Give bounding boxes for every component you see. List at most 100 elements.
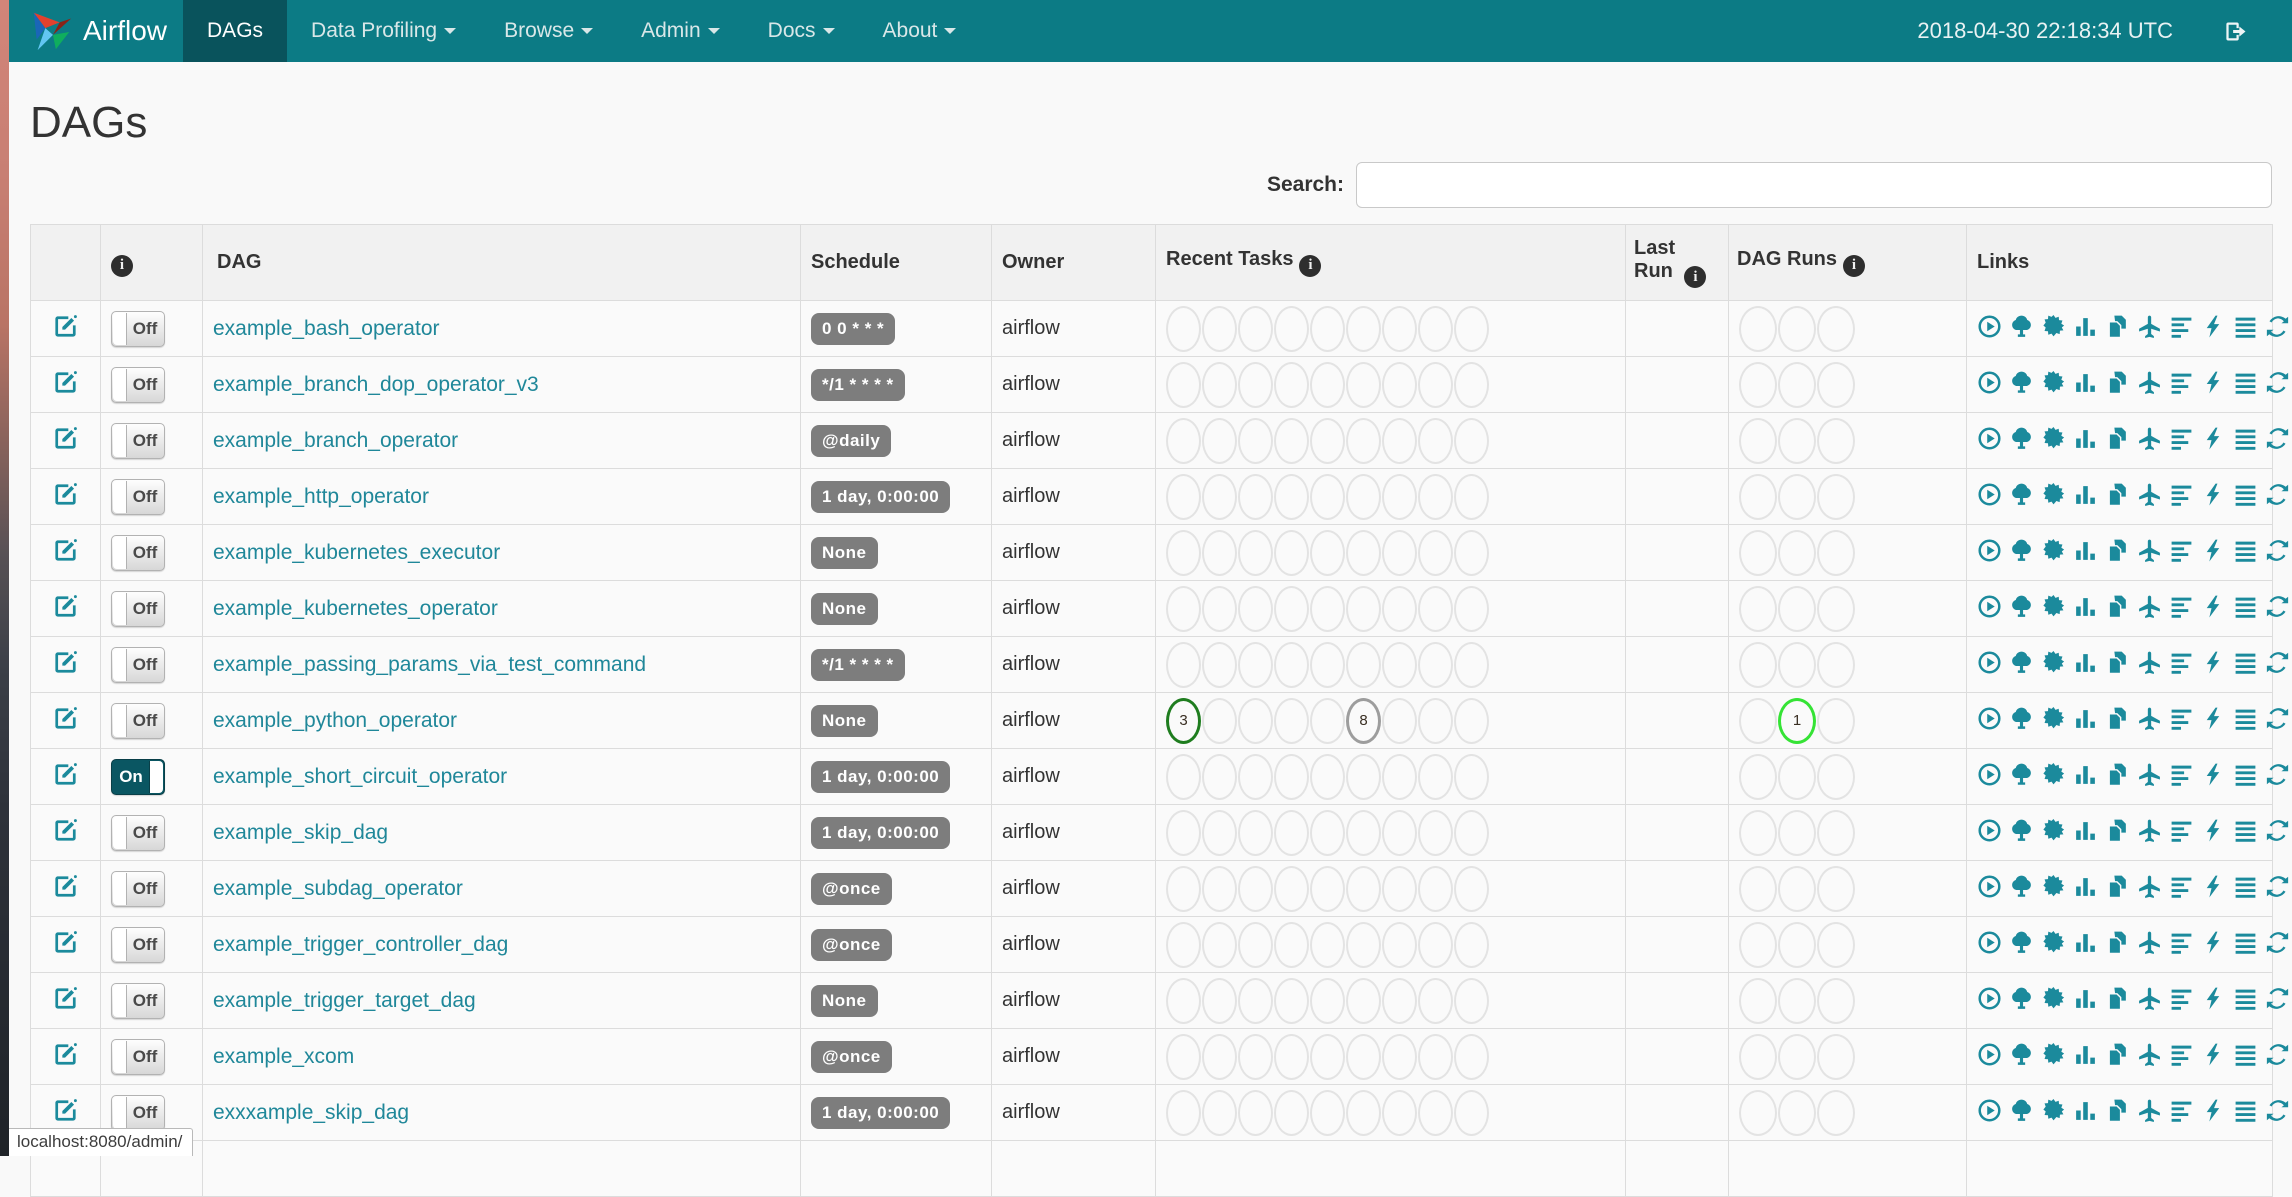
task-tries-icon[interactable] <box>2105 874 2130 899</box>
tree-view-icon[interactable] <box>2009 930 2034 955</box>
trigger-dag-icon[interactable] <box>1977 762 2002 787</box>
task-duration-icon[interactable] <box>2073 426 2098 451</box>
schedule-badge[interactable]: 1 day, 0:00:00 <box>811 1096 951 1129</box>
edit-dag-icon[interactable] <box>52 761 79 788</box>
dag-pause-toggle[interactable]: Off <box>111 310 165 347</box>
gantt-view-icon[interactable] <box>2169 314 2194 339</box>
logs-icon[interactable] <box>2233 1098 2258 1123</box>
landing-times-icon[interactable] <box>2137 930 2162 955</box>
dag-name-link[interactable]: example_bash_operator <box>213 317 440 340</box>
schedule-badge[interactable]: None <box>811 984 878 1017</box>
tree-view-icon[interactable] <box>2009 818 2034 843</box>
code-view-icon[interactable] <box>2201 650 2226 675</box>
trigger-dag-icon[interactable] <box>1977 538 2002 563</box>
logs-icon[interactable] <box>2233 1042 2258 1067</box>
dag-name-link[interactable]: example_kubernetes_operator <box>213 597 498 620</box>
landing-times-icon[interactable] <box>2137 370 2162 395</box>
refresh-icon[interactable] <box>2265 370 2290 395</box>
task-tries-icon[interactable] <box>2105 1098 2130 1123</box>
task-duration-icon[interactable] <box>2073 1098 2098 1123</box>
graph-view-icon[interactable] <box>2041 930 2066 955</box>
refresh-icon[interactable] <box>2265 1098 2290 1123</box>
tree-view-icon[interactable] <box>2009 594 2034 619</box>
gantt-view-icon[interactable] <box>2169 538 2194 563</box>
gantt-view-icon[interactable] <box>2169 650 2194 675</box>
tree-view-icon[interactable] <box>2009 762 2034 787</box>
refresh-icon[interactable] <box>2265 762 2290 787</box>
task-duration-icon[interactable] <box>2073 314 2098 339</box>
nav-item-docs[interactable]: Docs <box>744 0 859 62</box>
tree-view-icon[interactable] <box>2009 482 2034 507</box>
nav-item-browse[interactable]: Browse <box>480 0 617 62</box>
trigger-dag-icon[interactable] <box>1977 930 2002 955</box>
trigger-dag-icon[interactable] <box>1977 818 2002 843</box>
dag-pause-toggle[interactable]: Off <box>111 590 165 627</box>
nav-item-admin[interactable]: Admin <box>617 0 744 62</box>
brand[interactable]: Airflow <box>9 0 183 62</box>
gantt-view-icon[interactable] <box>2169 1042 2194 1067</box>
landing-times-icon[interactable] <box>2137 762 2162 787</box>
schedule-badge[interactable]: @once <box>811 928 892 961</box>
task-tries-icon[interactable] <box>2105 594 2130 619</box>
task-tries-icon[interactable] <box>2105 1042 2130 1067</box>
edit-dag-icon[interactable] <box>52 649 79 676</box>
task-tries-icon[interactable] <box>2105 482 2130 507</box>
dag-name-link[interactable]: example_python_operator <box>213 709 457 732</box>
dag-name-link[interactable]: example_trigger_controller_dag <box>213 933 508 956</box>
task-duration-icon[interactable] <box>2073 762 2098 787</box>
trigger-dag-icon[interactable] <box>1977 986 2002 1011</box>
gantt-view-icon[interactable] <box>2169 706 2194 731</box>
nav-item-dags[interactable]: DAGs <box>183 0 288 62</box>
landing-times-icon[interactable] <box>2137 1042 2162 1067</box>
dag-pause-toggle[interactable]: Off <box>111 702 165 739</box>
trigger-dag-icon[interactable] <box>1977 594 2002 619</box>
state-circle-success[interactable]: 3 <box>1166 697 1201 744</box>
refresh-icon[interactable] <box>2265 930 2290 955</box>
tree-view-icon[interactable] <box>2009 426 2034 451</box>
graph-view-icon[interactable] <box>2041 426 2066 451</box>
tree-view-icon[interactable] <box>2009 706 2034 731</box>
code-view-icon[interactable] <box>2201 482 2226 507</box>
graph-view-icon[interactable] <box>2041 874 2066 899</box>
trigger-dag-icon[interactable] <box>1977 1098 2002 1123</box>
task-tries-icon[interactable] <box>2105 930 2130 955</box>
graph-view-icon[interactable] <box>2041 1042 2066 1067</box>
task-duration-icon[interactable] <box>2073 482 2098 507</box>
dag-name-link[interactable]: example_skip_dag <box>213 821 388 844</box>
edit-dag-icon[interactable] <box>52 873 79 900</box>
refresh-icon[interactable] <box>2265 986 2290 1011</box>
code-view-icon[interactable] <box>2201 1042 2226 1067</box>
dag-name-link[interactable]: example_trigger_target_dag <box>213 989 476 1012</box>
code-view-icon[interactable] <box>2201 818 2226 843</box>
dag-pause-toggle[interactable]: Off <box>111 982 165 1019</box>
trigger-dag-icon[interactable] <box>1977 426 2002 451</box>
logs-icon[interactable] <box>2233 650 2258 675</box>
gantt-view-icon[interactable] <box>2169 818 2194 843</box>
refresh-icon[interactable] <box>2265 874 2290 899</box>
landing-times-icon[interactable] <box>2137 538 2162 563</box>
gantt-view-icon[interactable] <box>2169 930 2194 955</box>
trigger-dag-icon[interactable] <box>1977 314 2002 339</box>
logs-icon[interactable] <box>2233 370 2258 395</box>
graph-view-icon[interactable] <box>2041 986 2066 1011</box>
gantt-view-icon[interactable] <box>2169 762 2194 787</box>
code-view-icon[interactable] <box>2201 1098 2226 1123</box>
tree-view-icon[interactable] <box>2009 370 2034 395</box>
dag-pause-toggle[interactable]: Off <box>111 814 165 851</box>
code-view-icon[interactable] <box>2201 930 2226 955</box>
logs-icon[interactable] <box>2233 930 2258 955</box>
task-duration-icon[interactable] <box>2073 874 2098 899</box>
refresh-icon[interactable] <box>2265 538 2290 563</box>
logs-icon[interactable] <box>2233 594 2258 619</box>
header-dag[interactable]: DAG <box>202 224 801 301</box>
dag-name-link[interactable]: example_xcom <box>213 1045 354 1068</box>
edit-dag-icon[interactable] <box>52 593 79 620</box>
graph-view-icon[interactable] <box>2041 818 2066 843</box>
logs-icon[interactable] <box>2233 706 2258 731</box>
schedule-badge[interactable]: */1 * * * * <box>811 368 905 401</box>
gantt-view-icon[interactable] <box>2169 370 2194 395</box>
gantt-view-icon[interactable] <box>2169 986 2194 1011</box>
refresh-icon[interactable] <box>2265 1042 2290 1067</box>
landing-times-icon[interactable] <box>2137 594 2162 619</box>
code-view-icon[interactable] <box>2201 370 2226 395</box>
